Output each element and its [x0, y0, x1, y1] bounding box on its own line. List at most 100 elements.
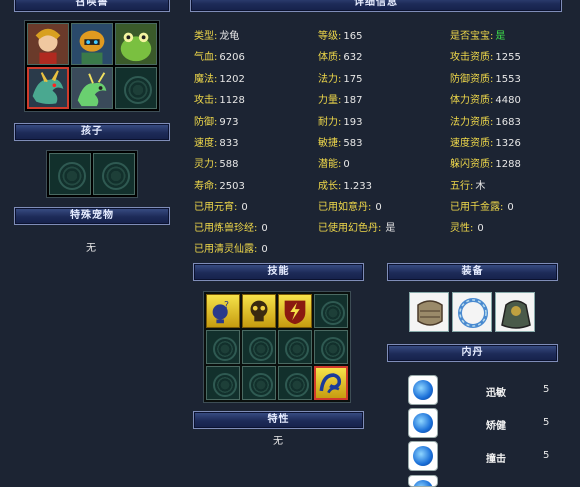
skull-skill-icon: [250, 300, 268, 322]
stat-value: 0: [241, 202, 248, 213]
details-header: 详细信息: [190, 0, 562, 12]
stat-col3-5: 速度资质: 1326: [450, 134, 521, 149]
stat-extra-2: 已用千金露: 0: [450, 198, 514, 213]
stat-value: 632: [343, 52, 363, 64]
stat-label: 体质:: [318, 52, 342, 64]
equip-slot-armor[interactable]: [409, 292, 449, 332]
stat-label: 已用清灵仙露:: [194, 244, 258, 255]
stat-label: 敏捷:: [318, 138, 342, 149]
skill-slot-6-empty[interactable]: [242, 330, 276, 364]
neidan-name: 撞击: [486, 454, 506, 465]
stat-value: 木: [475, 180, 486, 192]
stat-col1-5: 速度: 833: [194, 134, 238, 149]
stat-label: 已用炼兽珍经:: [194, 223, 258, 234]
stat-value: 0: [261, 223, 268, 234]
stat-label: 等级:: [318, 31, 342, 42]
stat-col3-2: 防御资质: 1553: [450, 70, 521, 85]
stat-value: 588: [219, 159, 239, 171]
stat-value: 1128: [219, 95, 245, 107]
summon-slot-3[interactable]: [115, 23, 157, 65]
stat-value: 0: [343, 159, 350, 171]
stat-col2-6: 潜能: 0: [318, 155, 350, 170]
stat-value: 1202: [219, 73, 245, 85]
stat-label: 类型:: [194, 31, 218, 42]
stat-value: 583: [343, 138, 363, 149]
stat-extra-6: 已用清灵仙露: 0: [194, 240, 268, 255]
stat-col2-7: 成长: 1.233: [318, 177, 372, 192]
stat-value: 833: [219, 138, 239, 149]
neidan-level: 5: [543, 417, 550, 428]
stat-value: 1255: [495, 52, 521, 64]
skill-slot-11-empty[interactable]: [278, 366, 312, 400]
skill-slot-8-empty[interactable]: [314, 330, 348, 364]
stat-col2-4: 耐力: 193: [318, 113, 362, 128]
ring-collar-icon: [458, 298, 488, 328]
skills-header: 技能: [193, 263, 364, 281]
summon-grid: [24, 20, 160, 112]
neidan-orb-icon-partial[interactable]: [408, 475, 438, 487]
skill-slot-3[interactable]: [278, 294, 312, 328]
equip-slot-collar[interactable]: [452, 292, 492, 332]
stat-value: 0: [261, 244, 268, 255]
lightning-shield-skill-icon: [284, 300, 306, 325]
skill-slot-5-empty[interactable]: [206, 330, 240, 364]
stat-col3-6: 躲闪资质: 1288: [450, 155, 521, 170]
neidan-orb-icon[interactable]: [408, 441, 438, 471]
stat-col1-7: 寿命: 2503: [194, 177, 245, 192]
neidan-level: 5: [543, 384, 550, 395]
stat-col1-3: 攻击: 1128: [194, 91, 245, 106]
stat-col3-4: 法力资质: 1683: [450, 113, 521, 128]
stat-value: 龙龟: [219, 31, 240, 42]
summon-slot-5[interactable]: [71, 67, 113, 109]
skill-slot-7-empty[interactable]: [278, 330, 312, 364]
stat-col2-3: 力量: 187: [318, 91, 362, 106]
stat-value: 165: [343, 31, 363, 42]
stat-label: 气血:: [194, 52, 218, 64]
frog-beast-icon: [116, 24, 156, 64]
stat-label: 防御资质:: [450, 73, 494, 85]
svg-text:?: ?: [224, 300, 229, 311]
stat-label: 魔法:: [194, 73, 218, 85]
neidan-orb-icon[interactable]: [408, 375, 438, 405]
equip-slot-armlet[interactable]: [495, 292, 535, 332]
stat-value: 是: [495, 31, 506, 42]
child-slot-1-empty[interactable]: [49, 153, 91, 195]
stat-label: 已使用幻色丹:: [318, 223, 382, 234]
child-slot-2-empty[interactable]: [93, 153, 135, 195]
stat-col1-1: 气血: 6206: [194, 48, 245, 63]
summon-slot-1[interactable]: [27, 23, 69, 65]
wind-skill-icon: [319, 373, 342, 394]
skill-slot-12-selected[interactable]: [314, 366, 348, 400]
stat-col3-1: 攻击资质: 1255: [450, 48, 521, 63]
skill-slot-1[interactable]: ?: [206, 294, 240, 328]
stat-label: 已用千金露:: [450, 202, 504, 213]
neidan-orb-icon[interactable]: [408, 408, 438, 438]
summon-slot-2[interactable]: [71, 23, 113, 65]
armor-bracer-icon: [417, 300, 443, 326]
summon-slot-6-empty[interactable]: [115, 67, 157, 109]
stat-label: 力量:: [318, 95, 342, 107]
dragon-turtle-icon: [29, 69, 67, 107]
skill-slot-9-empty[interactable]: [206, 366, 240, 400]
helmet-beast-icon: [72, 24, 112, 64]
children-grid: [46, 150, 138, 198]
stat-label: 已用元宵:: [194, 202, 238, 213]
skill-slot-10-empty[interactable]: [242, 366, 276, 400]
stat-label: 是否宝宝:: [450, 31, 494, 42]
skill-slot-2[interactable]: [242, 294, 276, 328]
stat-label: 法力:: [318, 73, 342, 85]
stat-label: 躲闪资质:: [450, 159, 494, 171]
stat-label: 五行:: [450, 180, 474, 192]
skill-slot-4-empty[interactable]: [314, 294, 348, 328]
green-dragon-icon: [72, 68, 112, 108]
special-pet-value: 无: [86, 243, 96, 254]
stat-col2-1: 体质: 632: [318, 48, 362, 63]
stat-col1-2: 魔法: 1202: [194, 70, 245, 85]
stat-value: 0: [507, 202, 514, 213]
stat-extra-5: 灵性: 0: [450, 219, 484, 234]
special-pet-header: 特殊宠物: [14, 207, 170, 225]
sleep-skill-icon: ?: [212, 300, 229, 324]
stat-col1-6: 灵力: 588: [194, 155, 238, 170]
summon-slot-4-selected[interactable]: [27, 67, 69, 109]
stat-col1-4: 防御: 973: [194, 113, 238, 128]
